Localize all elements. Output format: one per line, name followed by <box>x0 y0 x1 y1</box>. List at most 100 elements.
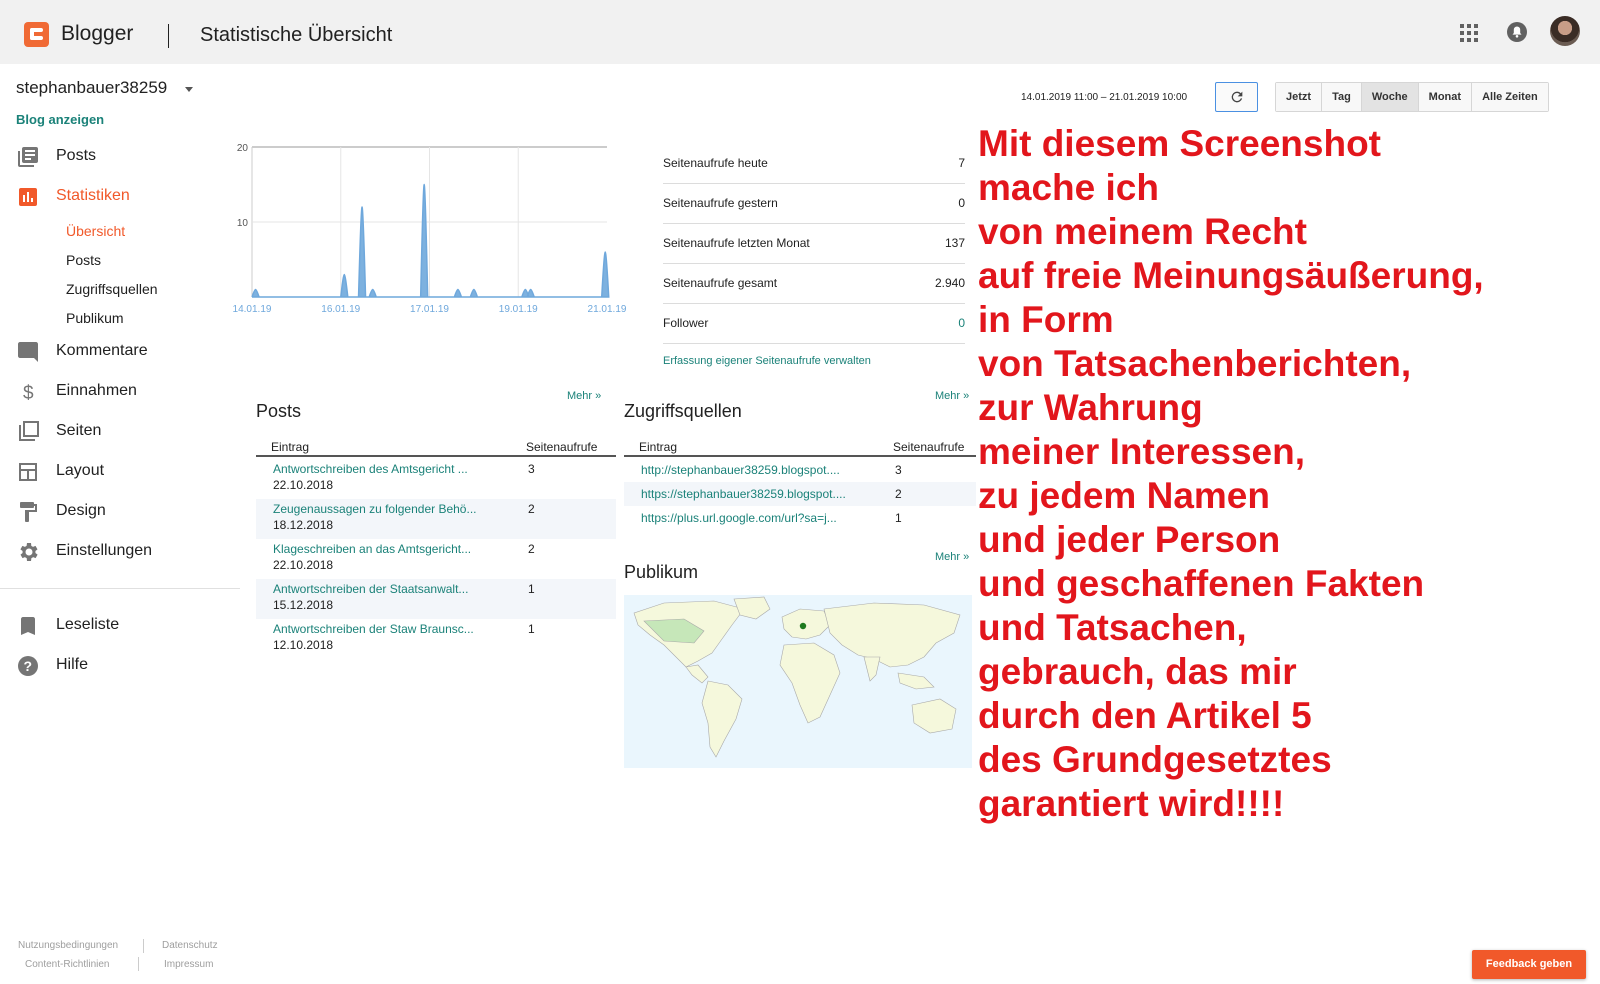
sidebar-item-label: Design <box>56 502 106 519</box>
refresh-icon <box>1231 91 1243 103</box>
audience-panel-title: Publikum <box>624 562 699 582</box>
post-title-link[interactable]: Antwortschreiben der Staatsanwalt... <box>273 582 468 596</box>
subnav-uebersicht[interactable]: Übersicht <box>66 223 125 239</box>
table-row: https://stephanbauer38259.blogspot.... 2 <box>624 482 976 506</box>
post-views: 1 <box>528 622 535 636</box>
post-title-link[interactable]: Antwortschreiben der Staw Braunsc... <box>273 622 474 636</box>
range-day-button[interactable]: Tag <box>1322 83 1362 111</box>
subnav-zugriffsquellen[interactable]: Zugriffsquellen <box>66 281 158 297</box>
sources-panel-title: Zugriffsquellen <box>624 401 742 421</box>
sidebar-item-leseliste[interactable]: Leseliste <box>16 614 236 638</box>
post-date: 15.12.2018 <box>273 598 334 612</box>
subnav-publikum[interactable]: Publikum <box>66 310 124 326</box>
sidebar-item-label: Posts <box>56 147 97 164</box>
manage-own-pageviews-link[interactable]: Erfassung eigener Seitenaufrufe verwalte… <box>663 355 871 367</box>
overlay-line: von Tatsachenberichten, <box>978 343 1412 384</box>
x-tick-label: 17.01.19 <box>410 304 449 315</box>
subnav-posts[interactable]: Posts <box>66 252 101 268</box>
svg-text:?: ? <box>24 658 33 674</box>
sidebar-item-einstellungen[interactable]: Einstellungen <box>16 540 236 564</box>
column-header-views: Seitenaufrufe <box>526 440 598 454</box>
source-url-link[interactable]: https://stephanbauer38259.blogspot.... <box>641 487 846 501</box>
privacy-link[interactable]: Datenschutz <box>162 940 218 951</box>
imprint-link[interactable]: Impressum <box>164 959 213 970</box>
source-url-link[interactable]: http://stephanbauer38259.blogspot.... <box>641 463 840 477</box>
overlay-line: meiner Interessen, <box>978 431 1305 472</box>
footer-separator <box>143 939 144 953</box>
x-tick-label: 21.01.19 <box>588 304 627 315</box>
sidebar-item-label: Hilfe <box>56 656 89 673</box>
x-tick-label: 16.01.19 <box>321 304 360 315</box>
avatar[interactable] <box>1550 16 1580 46</box>
range-week-button[interactable]: Woche <box>1361 83 1419 111</box>
sidebar-item-label: Einstellungen <box>56 542 153 559</box>
source-url-link[interactable]: https://plus.url.google.com/url?sa=j... <box>641 511 837 525</box>
sources-more-link[interactable]: Mehr » <box>935 390 969 402</box>
range-all-button[interactable]: Alle Zeiten <box>1472 83 1548 111</box>
audience-more-link[interactable]: Mehr » <box>935 551 969 563</box>
follower-count-link[interactable]: 0 <box>958 316 965 330</box>
pageviews-chart: 10 20 14.01.19 16.01.19 17.01.19 19.01.19 21.0… <box>233 143 627 315</box>
table-row: https://plus.url.google.com/url?sa=j... … <box>624 506 976 530</box>
post-title-link[interactable]: Zeugenaussagen zu folgender Behö... <box>273 502 476 516</box>
overlay-line: von meinem Recht <box>978 211 1307 252</box>
posts-table-header: Eintrag Seitenaufrufe <box>256 435 616 457</box>
stat-value: 137 <box>944 236 965 250</box>
layout-icon <box>19 463 37 481</box>
footer-separator <box>138 957 139 971</box>
content-policy-link[interactable]: Content-Richtlinien <box>25 959 110 970</box>
stats-icon <box>19 188 37 206</box>
overlay-line: garantiert wird!!!! <box>978 783 1285 824</box>
sidebar-item-layout[interactable]: Layout <box>16 460 236 484</box>
post-title-link[interactable]: Antwortschreiben des Amtsgericht ... <box>273 462 468 476</box>
range-now-button[interactable]: Jetzt <box>1276 83 1323 111</box>
chevron-down-icon[interactable] <box>185 87 193 92</box>
table-row: Antwortschreiben der Staw Braunsc... 12.… <box>256 619 616 659</box>
sidebar-item-seiten[interactable]: Seiten <box>16 420 236 444</box>
y-tick-label: 20 <box>237 143 249 154</box>
sidebar-item-posts[interactable]: Posts <box>16 145 236 169</box>
range-month-button[interactable]: Monat <box>1418 83 1473 111</box>
overlay-line: in Form <box>978 299 1114 340</box>
x-tick-label: 14.01.19 <box>233 304 272 315</box>
posts-panel-title: Posts <box>256 401 302 421</box>
feedback-button[interactable]: Feedback geben <box>1472 950 1586 979</box>
source-views: 2 <box>895 487 902 501</box>
audience-world-map[interactable] <box>624 595 972 768</box>
world-map-icon <box>633 596 961 758</box>
blogger-logo-icon[interactable] <box>24 22 49 47</box>
sidebar-item-statistiken[interactable]: Statistiken <box>16 185 236 209</box>
posts-more-link[interactable]: Mehr » <box>567 390 601 402</box>
terms-link[interactable]: Nutzungsbedingungen <box>18 940 118 951</box>
blog-selector[interactable]: stephanbauer38259 <box>16 78 167 98</box>
stat-row: Follower 0 <box>663 304 965 344</box>
post-date: 22.10.2018 <box>273 558 334 572</box>
view-blog-link[interactable]: Blog anzeigen <box>16 112 104 127</box>
header-divider <box>168 24 169 48</box>
sidebar-item-einnahmen[interactable]: $ Einnahmen <box>16 380 236 404</box>
sidebar-item-label: Einnahmen <box>56 382 137 399</box>
source-views: 3 <box>895 463 902 477</box>
overlay-line: zu jedem Namen <box>978 475 1270 516</box>
apps-grid-icon[interactable] <box>1460 24 1478 42</box>
post-title-link[interactable]: Klageschreiben an das Amtsgericht... <box>273 542 471 556</box>
brand-name[interactable]: Blogger <box>61 22 133 46</box>
refresh-button[interactable] <box>1215 82 1258 112</box>
sidebar-item-design[interactable]: Design <box>16 500 236 524</box>
table-row: Zeugenaussagen zu folgender Behö... 18.1… <box>256 499 616 539</box>
overlay-line: gebrauch, das mir <box>978 651 1297 692</box>
table-row: http://stephanbauer38259.blogspot.... 3 <box>624 458 976 482</box>
overlay-line: und Tatsachen, <box>978 607 1247 648</box>
sidebar-item-kommentare[interactable]: Kommentare <box>16 340 236 364</box>
x-tick-label: 19.01.19 <box>499 304 538 315</box>
stat-label: Seitenaufrufe heute <box>663 156 768 170</box>
stat-value: 2.940 <box>934 276 965 290</box>
notifications-icon[interactable] <box>1506 21 1528 43</box>
sidebar-item-hilfe[interactable]: ? Hilfe <box>16 654 236 678</box>
stat-value: 0 <box>958 196 965 210</box>
pages-icon <box>19 421 39 441</box>
post-views: 3 <box>528 462 535 476</box>
dollar-icon: $ <box>23 383 34 404</box>
post-date: 18.12.2018 <box>273 518 334 532</box>
bookmark-icon <box>21 617 35 635</box>
